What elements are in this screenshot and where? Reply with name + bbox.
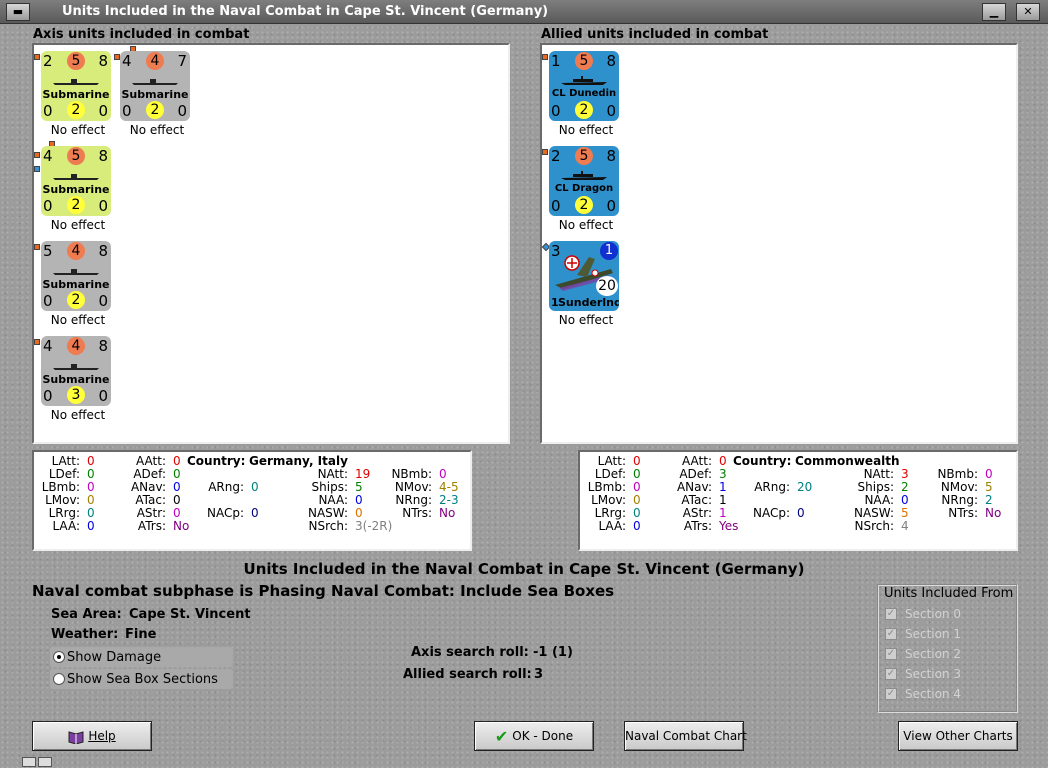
stat-value: 0 <box>87 519 95 533</box>
ok-done-button[interactable]: ✔ OK - Done <box>474 721 594 751</box>
unit-counter[interactable]: 4 4 8 Submarine 0 3 0 <box>41 336 111 406</box>
axis-stats-panel: Country: Germany, Italy LAtt: 0 LDef: 0 LBmb… <box>32 450 472 551</box>
unit-counter[interactable]: 2 5 8 CL Dragon 0 2 0 <box>549 146 619 216</box>
section-1-checkbox[interactable]: ✓ <box>885 628 897 640</box>
stat-label: ATrs: <box>683 519 712 533</box>
submarine-icon <box>53 79 99 85</box>
sections-title: Units Included From <box>884 586 1014 601</box>
book-icon <box>68 730 84 744</box>
unit-effect: No effect <box>50 313 106 327</box>
allied-search-label: Allied search roll: <box>403 667 532 682</box>
axis-unit-3[interactable]: 5 4 8 Submarine 0 2 0 No effect <box>36 235 112 327</box>
cruiser-icon <box>561 171 607 180</box>
sections-group: Units Included From ✓ Section 0 ✓ Sectio… <box>877 584 1018 713</box>
stat-value: 0 <box>251 506 259 520</box>
allied-unit-0[interactable]: 1 5 8 CL Dunedin 0 2 0 No effect <box>544 45 620 137</box>
section-4-checkbox[interactable]: ✓ <box>885 688 897 700</box>
stat-label: NSrch: <box>308 519 348 533</box>
subphase-text: Naval combat subphase is Phasing Naval C… <box>32 582 615 600</box>
stat-label: LAA: <box>52 519 80 533</box>
stat-value: 3(-2R) <box>355 519 393 533</box>
unit-counter[interactable]: 4 5 8 Submarine 0 2 0 <box>41 146 111 216</box>
submarine-icon <box>132 79 178 85</box>
combat-title: Units Included in the Naval Combat in Ca… <box>243 560 805 578</box>
unit-effect: No effect <box>50 123 106 137</box>
unit-range: 20 <box>596 276 618 296</box>
unit-effect: No effect <box>558 123 614 137</box>
stat-value: Yes <box>719 519 739 533</box>
unit-counter[interactable]: 1 5 8 CL Dunedin 0 2 0 <box>549 51 619 121</box>
help-button[interactable]: Help <box>32 721 152 751</box>
system-menu-button[interactable]: ▬ <box>6 3 30 21</box>
cruiser-icon <box>561 76 607 85</box>
submarine-icon <box>53 269 99 275</box>
section-2-checkbox[interactable]: ✓ <box>885 648 897 660</box>
unit-counter[interactable]: 2 5 8 Submarine 0 2 0 <box>41 51 111 121</box>
stat-value: 0 <box>633 519 641 533</box>
submarine-icon <box>53 174 99 180</box>
stat-label: NTrs: <box>402 506 432 520</box>
weather-value: Fine <box>125 627 157 642</box>
window-title: Units Included in the Naval Combat in Ca… <box>62 4 549 19</box>
unit-counter[interactable]: 3 1 20 1 Sunderlnd <box>549 241 619 311</box>
unit-effect: No effect <box>50 218 106 232</box>
stat-label: ATrs: <box>137 519 166 533</box>
axis-unit-4[interactable]: 4 4 8 Submarine 0 3 0 No effect <box>36 330 112 422</box>
country-label: Country: <box>733 454 792 468</box>
unit-effect: No effect <box>129 123 185 137</box>
show-sections-option[interactable]: Show Sea Box Sections <box>50 669 233 689</box>
title-bar: ▬ Units Included in the Naval Combat in … <box>0 0 1048 24</box>
stat-label: NSrch: <box>854 519 894 533</box>
sea-area-label: Sea Area: <box>51 607 122 622</box>
stat-value: 0 <box>797 506 805 520</box>
axis-unit-1[interactable]: 4 4 7 Submarine 0 2 0 No effect <box>115 45 191 137</box>
axis-units-panel[interactable]: 2 5 8 Submarine 0 2 0 No effect 4 4 7 Su… <box>32 43 510 444</box>
stat-value: No <box>439 506 456 520</box>
unit-effect: No effect <box>50 408 106 422</box>
stat-label: NACp: <box>206 506 244 520</box>
axis-unit-0[interactable]: 2 5 8 Submarine 0 2 0 No effect <box>36 45 112 137</box>
allied-units-panel[interactable]: 1 5 8 CL Dunedin 0 2 0 No effect 2 5 8 C… <box>540 43 1018 444</box>
stat-value: 0 <box>251 480 259 494</box>
stat-value: 4 <box>901 519 909 533</box>
close-button[interactable]: ✕ <box>1016 3 1040 21</box>
allied-unit-1[interactable]: 2 5 8 CL Dragon 0 2 0 No effect <box>544 140 620 232</box>
unit-effect: No effect <box>558 313 614 327</box>
naval-combat-chart-button[interactable]: Naval Combat Chart <box>624 721 747 751</box>
submarine-icon <box>53 364 99 370</box>
minimize-button[interactable]: ▁ <box>982 3 1006 21</box>
stat-label: NTrs: <box>948 506 978 520</box>
stat-value: No <box>985 506 1002 520</box>
section-0-checkbox[interactable]: ✓ <box>885 608 897 620</box>
section-3-checkbox[interactable]: ✓ <box>885 668 897 680</box>
weather-label: Weather: <box>51 627 119 642</box>
resize-grip[interactable] <box>38 757 52 767</box>
unit-counter[interactable]: 4 4 7 Submarine 0 2 0 <box>120 51 190 121</box>
allied-stats-panel: Country: Commonwealth LAtt: 0 LDef: 0 LBmb: 0… <box>578 450 1018 551</box>
stat-label: NACp: <box>752 506 790 520</box>
stat-value: No <box>173 519 190 533</box>
unit-effect: No effect <box>558 218 614 232</box>
axis-search-label: Axis search roll: <box>411 645 529 660</box>
country-label: Country: <box>187 454 246 468</box>
stat-label: LAA: <box>598 519 626 533</box>
resize-grip[interactable] <box>22 757 36 767</box>
show-sections-radio[interactable] <box>53 673 65 685</box>
unit-name: Sunderlnd <box>558 296 619 309</box>
view-other-charts-button[interactable]: View Other Charts <box>898 721 1018 751</box>
stat-value: 20 <box>797 480 813 494</box>
unit-counter[interactable]: 5 4 8 Submarine 0 2 0 <box>41 241 111 311</box>
show-damage-radio[interactable] <box>53 651 65 663</box>
sea-area-value: Cape St. Vincent <box>129 607 251 622</box>
checkmark-icon: ✔ <box>494 726 509 746</box>
show-damage-option[interactable]: Show Damage <box>50 647 233 667</box>
axis-panel-label: Axis units included in combat <box>33 27 250 42</box>
allied-unit-2[interactable]: 3 1 20 1 Sunderlnd No effect <box>544 235 620 327</box>
stat-label: ARng: <box>208 480 244 494</box>
allied-search-value: 3 <box>534 667 544 682</box>
axis-unit-2[interactable]: 4 5 8 Submarine 0 2 0 No effect <box>36 140 112 232</box>
stat-label: ARng: <box>754 480 790 494</box>
allied-panel-label: Allied units included in combat <box>541 27 769 42</box>
axis-search-value: -1 (1) <box>533 645 573 660</box>
